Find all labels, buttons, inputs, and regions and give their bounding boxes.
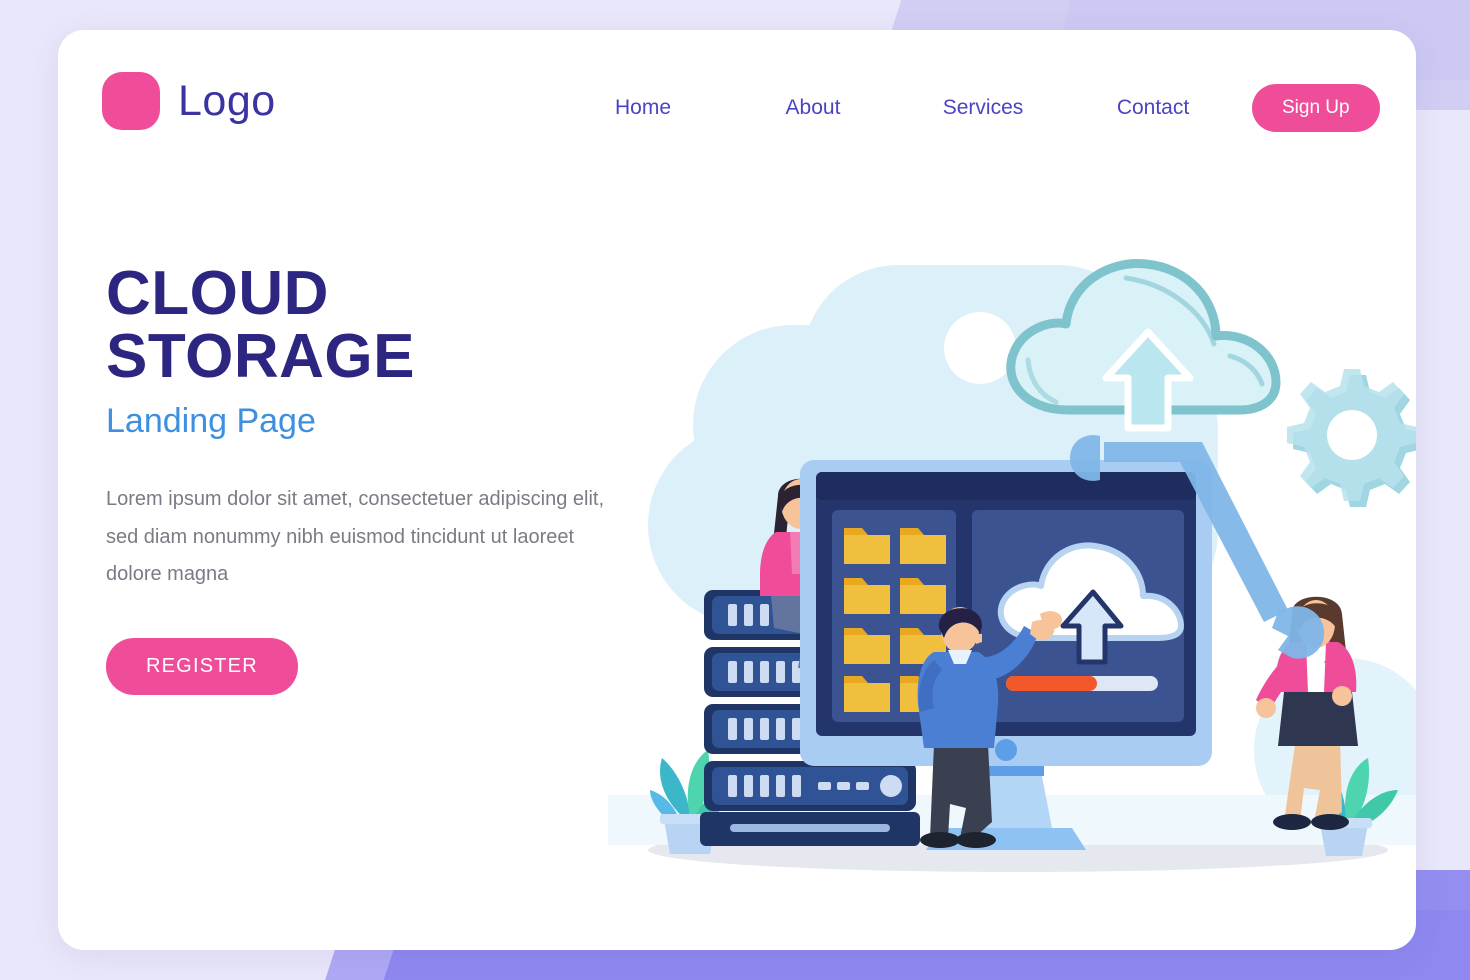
sign-up-button[interactable]: Sign Up [1252,84,1380,132]
hero-description: Lorem ipsum dolor sit amet, consectetuer… [106,488,605,586]
cloud-storage-illustration [588,210,1416,910]
nav-item-contact[interactable]: Contact [1068,96,1238,120]
decor-highlight-bubble [944,312,1016,384]
progress-fill [1006,676,1097,691]
register-button[interactable]: REGISTER [106,637,298,695]
logo-text: Logo [178,76,276,125]
nav-item-about[interactable]: About [728,96,898,120]
gear-icon [1287,369,1416,507]
landing-page-card: Logo Home About Services Contact Sign Up… [58,30,1416,950]
hero-title: CLOUD STORAGE [106,259,415,392]
hero-subtitle: Landing Page [106,402,316,441]
logo-mark-icon [102,72,160,130]
server-unit [704,761,916,811]
nav-item-home[interactable]: Home [558,96,728,120]
site-header: Logo Home About Services Contact Sign Up [58,30,1416,180]
hero-section: CLOUD STORAGE Landing Page Lorem ipsum d… [106,262,646,695]
nav-item-services[interactable]: Services [898,96,1068,120]
page-stage: Logo Home About Services Contact Sign Up… [0,0,1470,980]
monitor-power-indicator [995,739,1017,761]
upload-progress-bar [1006,676,1158,691]
brand-logo[interactable]: Logo [102,72,276,130]
main-navigation: Home About Services Contact Sign Up [558,84,1380,132]
